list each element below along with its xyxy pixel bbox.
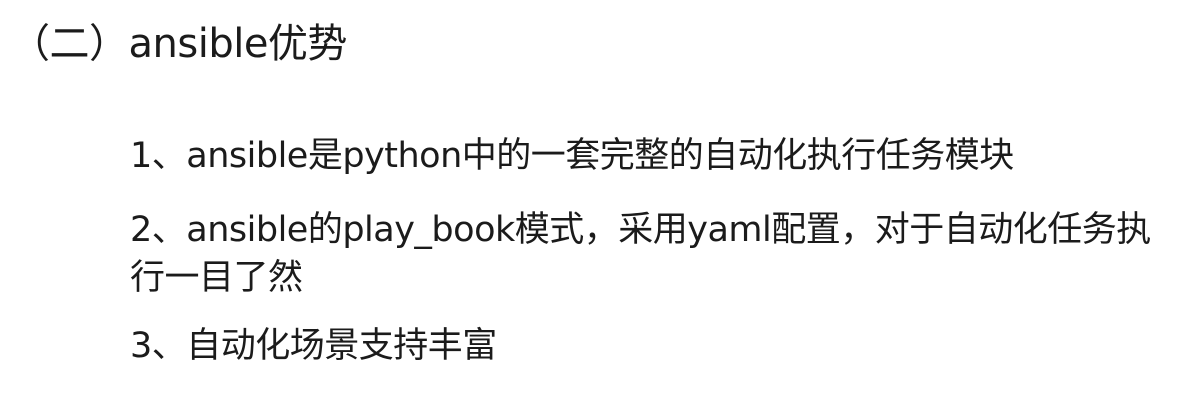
list-item: 2、ansible的play_book模式，采用yaml配置，对于自动化任务执行… xyxy=(130,210,1151,298)
advantages-list: 1、ansible是python中的一套完整的自动化执行任务模块 2、ansib… xyxy=(130,132,1180,370)
list-item: 3、自动化场景支持丰富 xyxy=(130,326,497,366)
slide-heading: （二）ansible优势 xyxy=(10,21,347,67)
list-item: 1、ansible是python中的一套完整的自动化执行任务模块 xyxy=(130,136,1014,176)
slide: （二）ansible优势 1、ansible是python中的一套完整的自动化执… xyxy=(0,0,1199,410)
